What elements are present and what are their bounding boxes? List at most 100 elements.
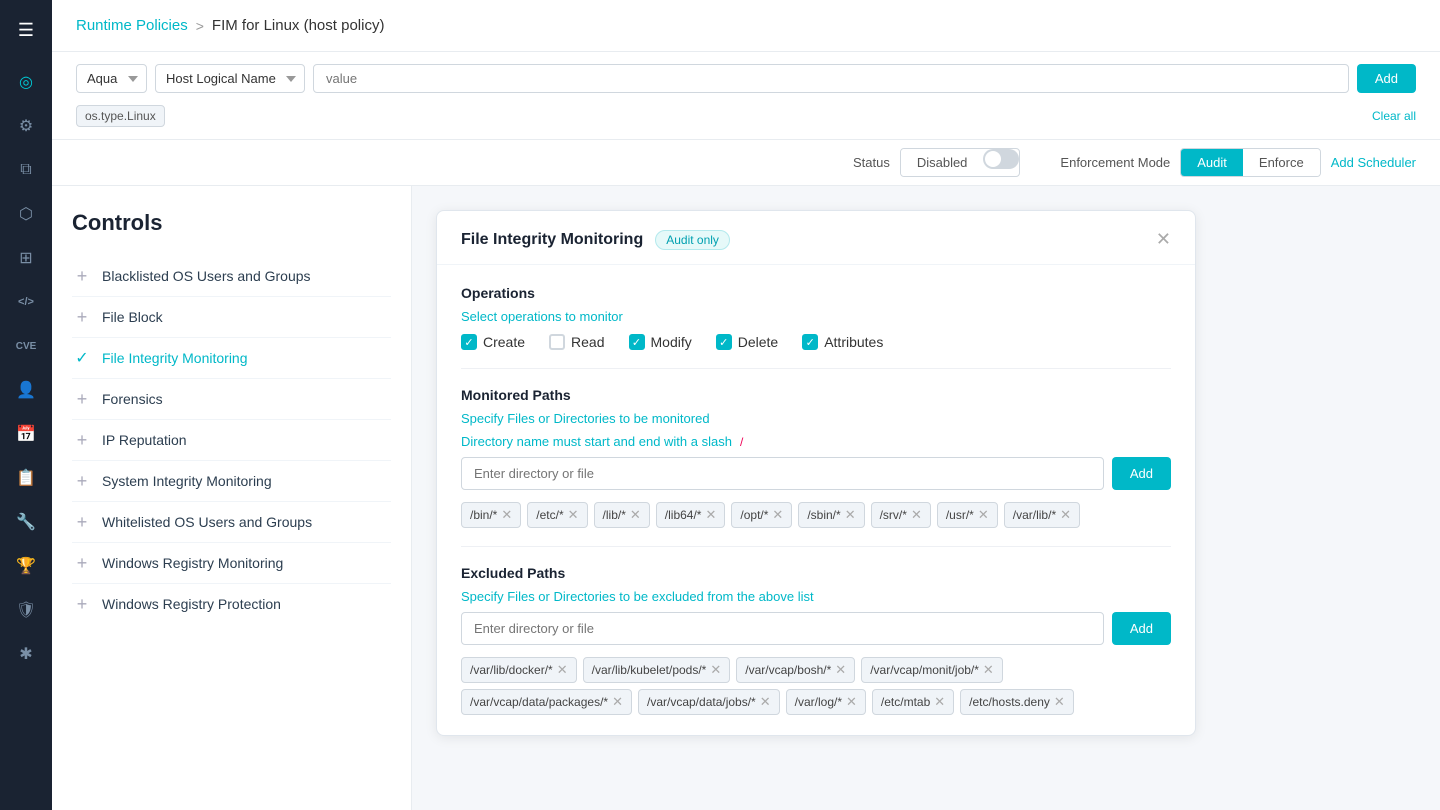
control-item-file-integrity[interactable]: ✓ File Integrity Monitoring [72, 338, 391, 379]
slash-hint-icon: / [740, 435, 743, 449]
read-checkbox[interactable] [549, 334, 565, 350]
active-filter-tag: os.type.Linux [76, 105, 165, 127]
control-item-system-integrity[interactable]: + System Integrity Monitoring [72, 461, 391, 502]
fim-card: File Integrity Monitoring Audit only ✕ O… [436, 210, 1196, 736]
remove-tag-1[interactable]: ✕ [568, 507, 579, 523]
monitored-tag-2: /lib/* ✕ [594, 502, 650, 528]
remove-excl-1[interactable]: ✕ [710, 662, 721, 678]
control-item-win-reg-protection[interactable]: + Windows Registry Protection [72, 584, 391, 624]
op-read[interactable]: Read [549, 334, 604, 350]
remove-tag-3[interactable]: ✕ [705, 507, 716, 523]
reports-icon[interactable]: 📋 [8, 460, 44, 496]
remove-tag-5[interactable]: ✕ [845, 507, 856, 523]
dashboard-icon[interactable]: ◎ [8, 64, 44, 100]
add-filter-button[interactable]: Add [1357, 64, 1416, 93]
clear-all-button[interactable]: Clear all [1372, 109, 1416, 123]
breadcrumb-current-page: FIM for Linux (host policy) [212, 17, 385, 34]
monitored-tags-row: /bin/* ✕ /etc/* ✕ /lib/* ✕ /lib64/* ✕ /o… [461, 502, 1171, 528]
disabled-button[interactable]: Disabled [901, 149, 984, 176]
remove-excl-0[interactable]: ✕ [557, 662, 568, 678]
status-group: Status Disabled [853, 148, 1020, 177]
monitored-paths-label: Monitored Paths [461, 387, 1171, 403]
enforce-button[interactable]: Enforce [1243, 149, 1320, 176]
remove-excl-6[interactable]: ✕ [846, 694, 857, 710]
excluded-input-row: Add [461, 612, 1171, 645]
excluded-hint-text: Specify Files or Directories to be exclu… [461, 589, 814, 604]
delete-checkbox[interactable] [716, 334, 732, 350]
control-label-win-reg-protection: Windows Registry Protection [102, 596, 281, 612]
modify-checkbox[interactable] [629, 334, 645, 350]
add-icon: + [72, 594, 92, 614]
remove-tag-4[interactable]: ✕ [772, 507, 783, 523]
control-item-file-block[interactable]: + File Block [72, 297, 391, 338]
monitored-path-input[interactable] [461, 457, 1104, 490]
settings-icon[interactable]: ⚙ [8, 108, 44, 144]
trophy-icon[interactable]: 🏆 [8, 548, 44, 584]
remove-tag-2[interactable]: ✕ [630, 507, 641, 523]
remove-excl-8[interactable]: ✕ [1054, 694, 1065, 710]
op-attributes[interactable]: Attributes [802, 334, 883, 350]
excluded-path-input[interactable] [461, 612, 1104, 645]
excluded-add-button[interactable]: Add [1112, 612, 1171, 645]
control-label-system-integrity: System Integrity Monitoring [102, 473, 272, 489]
ops-select-text[interactable]: Select operations to monitor [461, 309, 1171, 324]
remove-excl-2[interactable]: ✕ [835, 662, 846, 678]
op-modify[interactable]: Modify [629, 334, 692, 350]
enforcement-toggle: Audit Enforce [1180, 148, 1320, 177]
control-item-ip-reputation[interactable]: + IP Reputation [72, 420, 391, 461]
control-item-whitelisted-os[interactable]: + Whitelisted OS Users and Groups [72, 502, 391, 543]
attributes-checkbox[interactable] [802, 334, 818, 350]
status-toggle: Disabled [900, 148, 1021, 177]
delete-label: Delete [738, 334, 778, 350]
calendar-icon[interactable]: 📅 [8, 416, 44, 452]
divider-1 [461, 368, 1171, 369]
monitored-tag-1: /etc/* ✕ [527, 502, 587, 528]
tools-icon[interactable]: ✱ [8, 636, 44, 672]
op-create[interactable]: Create [461, 334, 525, 350]
control-item-forensics[interactable]: + Forensics [72, 379, 391, 420]
remove-excl-7[interactable]: ✕ [934, 694, 945, 710]
fim-card-body: Operations Select operations to monitor … [437, 265, 1195, 735]
wrench-icon[interactable]: 🔧 [8, 504, 44, 540]
hamburger-icon[interactable]: ☰ [8, 12, 44, 48]
main-content: Runtime Policies > FIM for Linux (host p… [52, 0, 1440, 810]
remove-excl-5[interactable]: ✕ [760, 694, 771, 710]
remove-excl-4[interactable]: ✕ [612, 694, 623, 710]
add-icon: + [72, 430, 92, 450]
excluded-tag-1: /var/lib/kubelet/pods/* ✕ [583, 657, 731, 683]
control-item-blacklisted-os[interactable]: + Blacklisted OS Users and Groups [72, 256, 391, 297]
code-icon[interactable]: </> [8, 284, 44, 320]
remove-tag-6[interactable]: ✕ [911, 507, 922, 523]
remove-excl-3[interactable]: ✕ [983, 662, 994, 678]
scope-select[interactable]: Aqua [76, 64, 147, 93]
network-icon[interactable]: ⬡ [8, 196, 44, 232]
create-checkbox[interactable] [461, 334, 477, 350]
control-item-win-reg-monitoring[interactable]: + Windows Registry Monitoring [72, 543, 391, 584]
remove-tag-0[interactable]: ✕ [501, 507, 512, 523]
control-label-blacklisted-os: Blacklisted OS Users and Groups [102, 268, 311, 284]
filter-tag-row: os.type.Linux Clear all [76, 105, 1416, 127]
breadcrumb: Runtime Policies > FIM for Linux (host p… [76, 17, 384, 34]
grid-icon[interactable]: ⊞ [8, 240, 44, 276]
remove-tag-7[interactable]: ✕ [978, 507, 989, 523]
filter-type-select[interactable]: Host Logical Name [155, 64, 305, 93]
close-button[interactable]: ✕ [1156, 229, 1171, 250]
breadcrumb-runtime-policies[interactable]: Runtime Policies [76, 17, 188, 34]
cve-icon[interactable]: CVE [8, 328, 44, 364]
filter-value-input[interactable] [313, 64, 1349, 93]
excluded-tag-4: /var/vcap/data/packages/* ✕ [461, 689, 632, 715]
audit-button[interactable]: Audit [1181, 149, 1243, 176]
add-icon: + [72, 389, 92, 409]
add-scheduler-link[interactable]: Add Scheduler [1331, 155, 1416, 170]
status-switch[interactable] [983, 149, 1019, 169]
remove-tag-8[interactable]: ✕ [1060, 507, 1071, 523]
users-icon[interactable]: 👤 [8, 372, 44, 408]
layers-icon[interactable]: ⧉ [8, 152, 44, 188]
control-label-ip-reputation: IP Reputation [102, 432, 187, 448]
shield-icon[interactable]: 🛡 [8, 592, 44, 628]
op-delete[interactable]: Delete [716, 334, 778, 350]
sidebar: ☰ ◎ ⚙ ⧉ ⬡ ⊞ </> CVE 👤 📅 📋 🔧 🏆 🛡 ✱ [0, 0, 52, 810]
controls-panel: Controls + Blacklisted OS Users and Grou… [52, 186, 412, 810]
monitored-add-button[interactable]: Add [1112, 457, 1171, 490]
topbar: Runtime Policies > FIM for Linux (host p… [52, 0, 1440, 52]
